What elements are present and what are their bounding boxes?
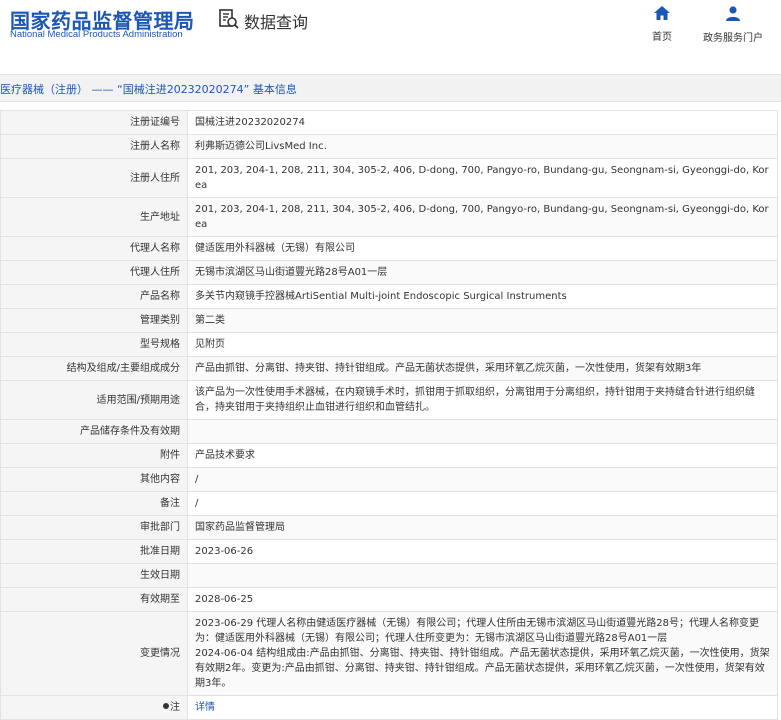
nav-home[interactable]: 首页: [652, 6, 672, 43]
table-row-note: 注 详情: [0, 695, 778, 720]
table-row: 注册人住所 201, 203, 204-1, 208, 211, 304, 305…: [0, 158, 778, 198]
field-value: /: [187, 467, 778, 492]
field-label: 备注: [0, 491, 188, 516]
field-value: 见附页: [187, 332, 778, 357]
field-label: 注册证编号: [0, 110, 188, 135]
details-link[interactable]: 详情: [195, 702, 215, 713]
table-row: 审批部门 国家药品监督管理局: [0, 515, 778, 540]
field-label: 产品储存条件及有效期: [0, 419, 188, 444]
info-title: 医疗器械（注册） —— “国械注进20232020274” 基本信息: [0, 83, 297, 96]
table-row: 注册人名称 利弗斯迈德公司LivsMed Inc.: [0, 134, 778, 159]
field-value: 国家药品监督管理局: [187, 515, 778, 540]
info-title-bar: 医疗器械（注册） —— “国械注进20232020274” 基本信息: [0, 74, 781, 102]
field-label: 其他内容: [0, 467, 188, 492]
table-row: 有效期至 2028-06-25: [0, 587, 778, 612]
field-label: 注册人名称: [0, 134, 188, 159]
field-label: 适用范围/预期用途: [0, 380, 188, 420]
field-label: 管理类别: [0, 308, 188, 333]
nav-service-portal[interactable]: 政务服务门户: [703, 6, 763, 44]
registration-info-table: 注册证编号 国械注进20232020274 注册人名称 利弗斯迈德公司LivsMed …: [0, 110, 778, 720]
field-label: 结构及组成/主要组成成分: [0, 356, 188, 381]
table-row: 其他内容 /: [0, 467, 778, 492]
change-history-entry: 2024-06-04 结构组成由:产品由抓钳、分离钳、持夹钳、持针钳组成。产品无…: [195, 648, 770, 689]
field-label: 变更情况: [0, 611, 188, 696]
field-label: 生产地址: [0, 197, 188, 237]
table-row: 生效日期: [0, 563, 778, 588]
data-query-title: 数据查询: [218, 8, 308, 34]
note-label-cell: 注: [0, 695, 188, 720]
change-history-value: 2023-06-29 代理人名称由健适医疗器械（无锡）有限公司；代理人住所由无锡…: [187, 611, 778, 696]
field-value: 201, 203, 204-1, 208, 211, 304, 305-2, 4…: [187, 197, 778, 237]
field-value: [187, 563, 778, 588]
field-value: 该产品为一次性使用手术器械，在内窥镜手术时，抓钳用于抓取组织，分离钳用于分离组织…: [187, 380, 778, 420]
query-title-text: 数据查询: [244, 13, 309, 32]
table-row: 产品名称 多关节内窥镜手控器械ArtiSential Multi-joint En…: [0, 284, 778, 309]
change-history-entry: 2023-06-29 代理人名称由健适医疗器械（无锡）有限公司；代理人住所由无锡…: [195, 618, 760, 644]
field-value: 2028-06-25: [187, 587, 778, 612]
field-value: [187, 419, 778, 444]
field-value: /: [187, 491, 778, 516]
table-row: 产品储存条件及有效期: [0, 419, 778, 444]
field-value: 无锡市滨湖区马山街道豐光路28号A01一层: [187, 260, 778, 285]
table-row: 管理类别 第二类: [0, 308, 778, 333]
field-value: 产品技术要求: [187, 443, 778, 468]
nav-home-label: 首页: [652, 32, 672, 43]
field-value: 健适医用外科器械（无锡）有限公司: [187, 236, 778, 261]
field-value: 产品由抓钳、分离钳、持夹钳、持针钳组成。产品无菌状态提供，采用环氧乙烷灭菌，一次…: [187, 356, 778, 381]
field-label: 审批部门: [0, 515, 188, 540]
org-logo-en[interactable]: National Medical Products Administration: [10, 29, 183, 40]
table-row: 型号规格 见附页: [0, 332, 778, 357]
field-label: 有效期至: [0, 587, 188, 612]
field-label: 型号规格: [0, 332, 188, 357]
field-value: 国械注进20232020274: [187, 110, 778, 135]
note-value: 详情: [187, 695, 778, 720]
field-label: 代理人名称: [0, 236, 188, 261]
field-value: 利弗斯迈德公司LivsMed Inc.: [187, 134, 778, 159]
field-value: 2023-06-26: [187, 539, 778, 564]
field-label: 注册人住所: [0, 158, 188, 198]
field-value: 第二类: [187, 308, 778, 333]
table-row: 适用范围/预期用途 该产品为一次性使用手术器械，在内窥镜手术时，抓钳用于抓取组织，…: [0, 380, 778, 420]
field-value: 201, 203, 204-1, 208, 211, 304, 305-2, 4…: [187, 158, 778, 198]
table-row: 生产地址 201, 203, 204-1, 208, 211, 304, 305-…: [0, 197, 778, 237]
field-label: 生效日期: [0, 563, 188, 588]
nav-portal-label: 政务服务门户: [703, 33, 763, 44]
note-label: 注: [170, 702, 180, 713]
table-row: 注册证编号 国械注进20232020274: [0, 110, 778, 135]
field-label: 批准日期: [0, 539, 188, 564]
table-row: 代理人住所 无锡市滨湖区马山街道豐光路28号A01一层: [0, 260, 778, 285]
table-row: 代理人名称 健适医用外科器械（无锡）有限公司: [0, 236, 778, 261]
bullet-icon: [162, 702, 170, 713]
table-row: 结构及组成/主要组成成分 产品由抓钳、分离钳、持夹钳、持针钳组成。产品无菌状态提供…: [0, 356, 778, 381]
field-value: 多关节内窥镜手控器械ArtiSential Multi-joint Endosc…: [187, 284, 778, 309]
site-header: 国家药品监督管理局 National Medical Products Admi…: [0, 0, 781, 64]
field-label: 代理人住所: [0, 260, 188, 285]
search-document-icon: [218, 8, 240, 34]
home-icon: [654, 6, 670, 23]
table-row: 附件 产品技术要求: [0, 443, 778, 468]
table-row-change-history: 变更情况 2023-06-29 代理人名称由健适医疗器械（无锡）有限公司；代理人住…: [0, 611, 778, 696]
user-icon: [725, 6, 741, 24]
field-label: 附件: [0, 443, 188, 468]
table-row: 备注 /: [0, 491, 778, 516]
field-label: 产品名称: [0, 284, 188, 309]
table-row: 批准日期 2023-06-26: [0, 539, 778, 564]
